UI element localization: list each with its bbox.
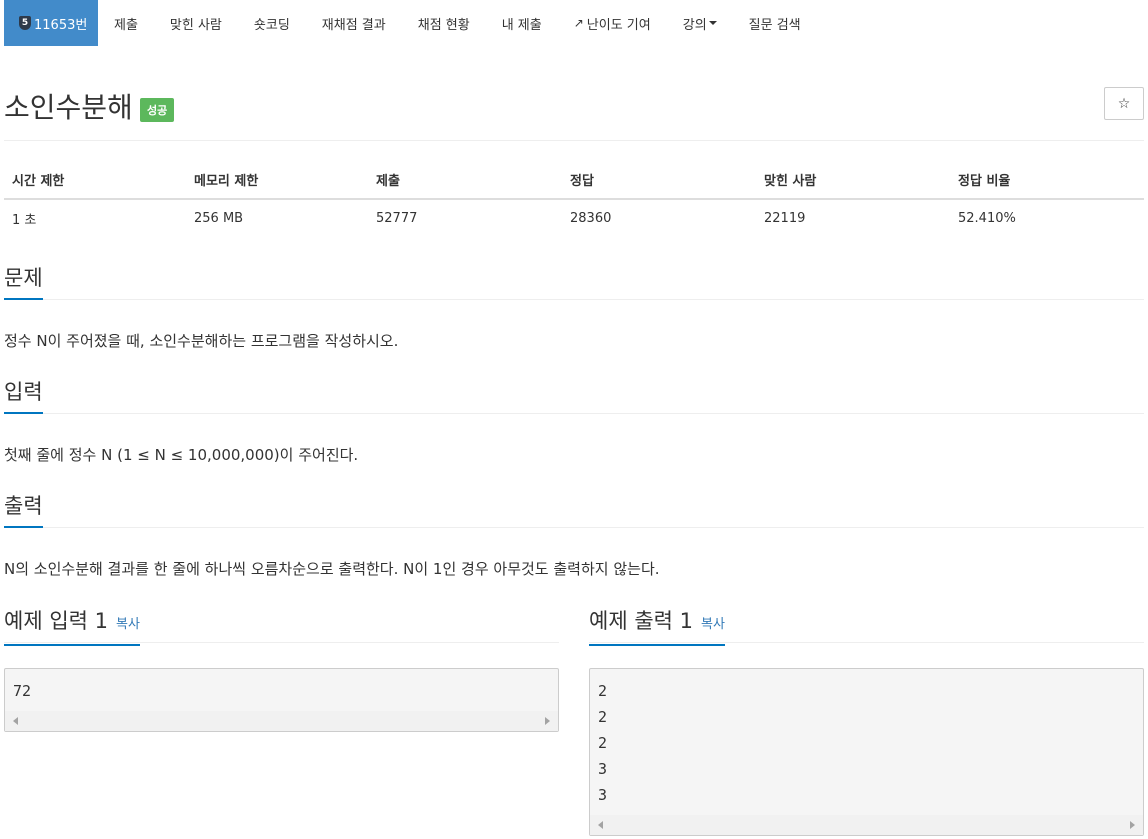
status-badge: 성공 [140,98,175,122]
horizontal-scrollbar[interactable] [5,711,558,731]
star-icon: ☆ [1117,95,1131,112]
sample-output-line: 3 [598,760,608,778]
chevron-down-icon [708,21,717,25]
header-memory-limit: 메모리 제한 [186,160,368,200]
value-time-limit: 1 초 [12,213,37,228]
scroll-right-icon[interactable] [1130,821,1135,829]
sample-output-line: 2 [598,734,608,752]
sample-input-header: 예제 입력 1 복사 [4,608,559,646]
sample-input-title: 예제 입력 1 복사 [4,608,140,646]
input-description: 첫째 줄에 정수 N (1 ≤ N ≤ 10,000,000)이 주어진다. [4,446,359,464]
scroll-right-icon[interactable] [545,717,550,725]
header-submissions: 제출 [368,160,562,200]
tab-submit[interactable]: 제출 [98,0,154,46]
sample-output-title-text: 예제 출력 1 [589,609,693,633]
copy-input-button[interactable]: 복사 [116,617,140,632]
tab-short-coding[interactable]: 숏코딩 [238,0,306,46]
sample-output-title: 예제 출력 1 복사 [589,608,725,646]
sample-input-lines: 72 [5,669,558,706]
input-section-header: 입력 [4,379,1144,414]
problem-number-label: 11653번 [34,17,88,33]
value-accept-ratio: 52.410% [958,211,1016,226]
tab-question-search[interactable]: 질문 검색 [733,0,817,46]
problem-menu: 5 11653번 제출 맞힌 사람 숏코딩 재채점 결과 채점 현황 내 제출 … [4,0,817,46]
tab-short-coding-label: 숏코딩 [253,17,290,33]
copy-output-button[interactable]: 복사 [701,617,725,632]
favorite-button[interactable]: ☆ [1104,87,1144,120]
tab-lectures-label: 강의 [682,17,707,33]
tab-problem-number[interactable]: 5 11653번 [4,0,98,46]
sample-input-title-text: 예제 입력 1 [4,609,108,633]
tab-submit-label: 제출 [114,17,138,33]
sample-output-line: 3 [598,786,608,804]
tab-judge-status[interactable]: 채점 현황 [402,0,486,46]
problem-section-header: 문제 [4,265,1144,300]
tab-rejudge-results[interactable]: 재채점 결과 [306,0,402,46]
scroll-left-icon[interactable] [598,821,603,829]
sample-input-line: 72 [13,682,32,700]
problem-info-table: 시간 제한 메모리 제한 제출 정답 맞힌 사람 정답 비율 1 초 256 M… [4,160,1144,237]
sample-input-box[interactable]: 72 [4,668,559,732]
sample-output-lines: 2 2 2 3 3 [590,669,1143,810]
page-title: 소인수분해 [4,91,133,124]
tab-question-search-label: 질문 검색 [748,17,801,33]
tab-lectures[interactable]: 강의 [667,0,733,46]
output-section-header: 출력 [4,493,1144,528]
tab-solvers-label: 맞힌 사람 [169,17,222,33]
tab-rejudge-results-label: 재채점 결과 [321,17,386,33]
table-row: 1 초 256 MB 52777 28360 22119 52.410% [4,199,1144,237]
external-link-icon: ↗ [573,16,584,30]
header-accepted: 정답 [562,160,756,200]
tier-icon: 5 [19,16,31,30]
header-accept-ratio: 정답 비율 [950,160,1144,200]
horizontal-scrollbar[interactable] [590,815,1143,835]
input-section-title: 입력 [4,379,43,414]
problem-header: 소인수분해 성공 ☆ [4,84,1144,141]
value-submissions: 52777 [376,211,418,226]
value-accepted: 28360 [570,211,612,226]
sample-output-line: 2 [598,708,608,726]
sample-output-header: 예제 출력 1 복사 [589,608,1144,646]
problem-description: 정수 N이 주어졌을 때, 소인수분해하는 프로그램을 작성하시오. [4,332,399,350]
tab-judge-status-label: 채점 현황 [417,17,470,33]
sample-output-box[interactable]: 2 2 2 3 3 [589,668,1144,836]
tab-my-submissions[interactable]: 내 제출 [486,0,558,46]
tab-my-submissions-label: 내 제출 [501,17,542,33]
header-time-limit: 시간 제한 [4,160,186,200]
problem-section-title: 문제 [4,265,43,300]
output-section-title: 출력 [4,493,43,528]
header-solvers: 맞힌 사람 [756,160,950,200]
table-header-row: 시간 제한 메모리 제한 제출 정답 맞힌 사람 정답 비율 [4,160,1144,200]
tab-difficulty-contribution[interactable]: ↗ 난이도 기여 [558,0,667,46]
value-memory-limit: 256 MB [194,211,244,226]
scroll-left-icon[interactable] [13,717,18,725]
tab-difficulty-label: 난이도 기여 [586,17,651,33]
value-solvers: 22119 [764,211,806,226]
sample-output-line: 2 [598,682,608,700]
tab-solvers[interactable]: 맞힌 사람 [154,0,238,46]
output-description: N의 소인수분해 결과를 한 줄에 하나씩 오름차순으로 출력한다. N이 1인… [4,560,660,578]
